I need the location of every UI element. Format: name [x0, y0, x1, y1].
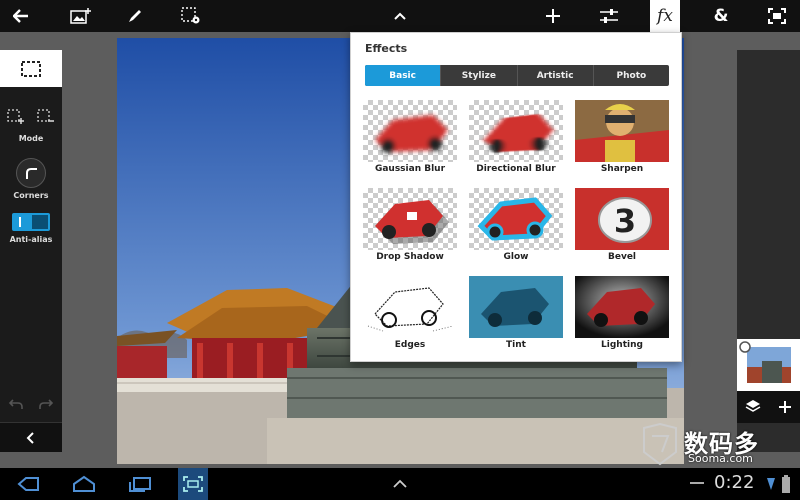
layer-thumbnail[interactable] [737, 339, 800, 391]
effect-directional-blur[interactable]: Directional Blur [469, 100, 563, 180]
wifi-icon [766, 476, 776, 492]
app-root: fx & Mode Corners Anti-alias Effects Bas… [0, 0, 800, 500]
tint-thumbnail [469, 276, 563, 338]
effects-title: Effects [365, 42, 408, 55]
effects-popup: Effects Basic Stylize Artistic Photo Gau… [350, 32, 682, 362]
effect-label: Tint [506, 340, 526, 350]
svg-text:3: 3 [614, 202, 636, 240]
watermark-logo-icon [643, 422, 677, 466]
fit-screen-icon[interactable] [762, 0, 792, 32]
effect-drop-shadow[interactable]: Drop Shadow [363, 188, 457, 268]
ampersand-icon[interactable]: & [706, 0, 736, 32]
brush-icon[interactable] [120, 0, 150, 32]
subtract-selection-icon[interactable] [36, 107, 56, 127]
effect-gaussian-blur[interactable]: Gaussian Blur [363, 100, 457, 180]
fx-icon: fx [657, 6, 673, 26]
collapse-panel-button[interactable] [0, 422, 62, 452]
tab-stylize[interactable]: Stylize [441, 65, 518, 86]
directional-blur-thumbnail [469, 100, 563, 162]
clock: 0:22 [714, 472, 755, 493]
effect-glow[interactable]: Glow [469, 188, 563, 268]
adjustments-icon[interactable] [594, 0, 624, 32]
back-arrow-icon[interactable] [6, 0, 36, 32]
tab-artistic[interactable]: Artistic [518, 65, 594, 86]
effect-edges[interactable]: Edges [363, 276, 457, 356]
chevron-up-nav-icon[interactable] [386, 468, 414, 500]
gaussian-blur-thumbnail [363, 100, 457, 162]
right-layer-panel [737, 50, 800, 452]
home-nav-icon[interactable] [68, 468, 100, 500]
corners-button[interactable] [16, 158, 46, 188]
chevron-left-icon [26, 431, 34, 444]
bevel-thumbnail: 3 [575, 188, 669, 250]
selection-settings-icon[interactable] [176, 0, 206, 32]
effect-sharpen[interactable]: Sharpen [575, 100, 669, 180]
corners-label: Corners [13, 191, 49, 200]
watermark-subtext: Sooma.com [688, 452, 753, 465]
effect-label: Drop Shadow [376, 252, 444, 262]
effect-label: Sharpen [600, 164, 644, 174]
tab-photo[interactable]: Photo [594, 65, 669, 86]
fx-button[interactable]: fx [650, 0, 680, 32]
effect-label: Lighting [601, 340, 643, 350]
effect-bevel[interactable]: 3 Bevel [575, 188, 669, 268]
chevron-up-icon[interactable] [386, 0, 414, 32]
redo-icon[interactable] [36, 394, 56, 414]
effects-tabs: Basic Stylize Artistic Photo [365, 65, 669, 86]
layer-tools [737, 391, 800, 423]
system-navigation-bar: 0:22 [0, 468, 800, 500]
glow-thumbnail [469, 188, 563, 250]
effect-label: Directional Blur [476, 164, 556, 174]
add-layer-icon[interactable] [777, 399, 793, 415]
add-selection-icon[interactable] [6, 107, 26, 127]
drop-shadow-thumbnail [363, 188, 457, 250]
watermark: 数码多 Sooma.com [638, 420, 800, 468]
effect-label: Bevel [607, 252, 637, 262]
top-toolbar: fx & [0, 0, 800, 32]
add-image-icon[interactable] [66, 0, 96, 32]
antialias-toggle[interactable] [12, 213, 50, 231]
effect-lighting[interactable]: Lighting [575, 276, 669, 356]
recent-apps-icon[interactable] [124, 468, 156, 500]
battery-icon [782, 475, 790, 493]
layers-icon[interactable] [745, 399, 761, 415]
effect-tint[interactable]: Tint [469, 276, 563, 356]
effect-label: Glow [503, 252, 529, 262]
edges-thumbnail [363, 276, 457, 338]
effect-label: Edges [394, 340, 426, 350]
tab-basic[interactable]: Basic [365, 65, 442, 86]
lighting-thumbnail [575, 276, 669, 338]
screenshot-icon[interactable] [178, 468, 208, 500]
effect-label: Gaussian Blur [374, 164, 446, 174]
mode-label: Mode [18, 134, 44, 143]
antialias-label: Anti-alias [9, 235, 53, 244]
back-nav-icon[interactable] [12, 468, 44, 500]
rect-select-tool[interactable] [0, 50, 62, 87]
sharpen-thumbnail [575, 100, 669, 162]
undo-icon[interactable] [6, 394, 26, 414]
minus-status-icon [690, 482, 704, 484]
crosshair-icon[interactable] [538, 0, 568, 32]
ampersand-label: & [713, 6, 729, 26]
left-tool-panel: Mode Corners Anti-alias [0, 50, 62, 452]
